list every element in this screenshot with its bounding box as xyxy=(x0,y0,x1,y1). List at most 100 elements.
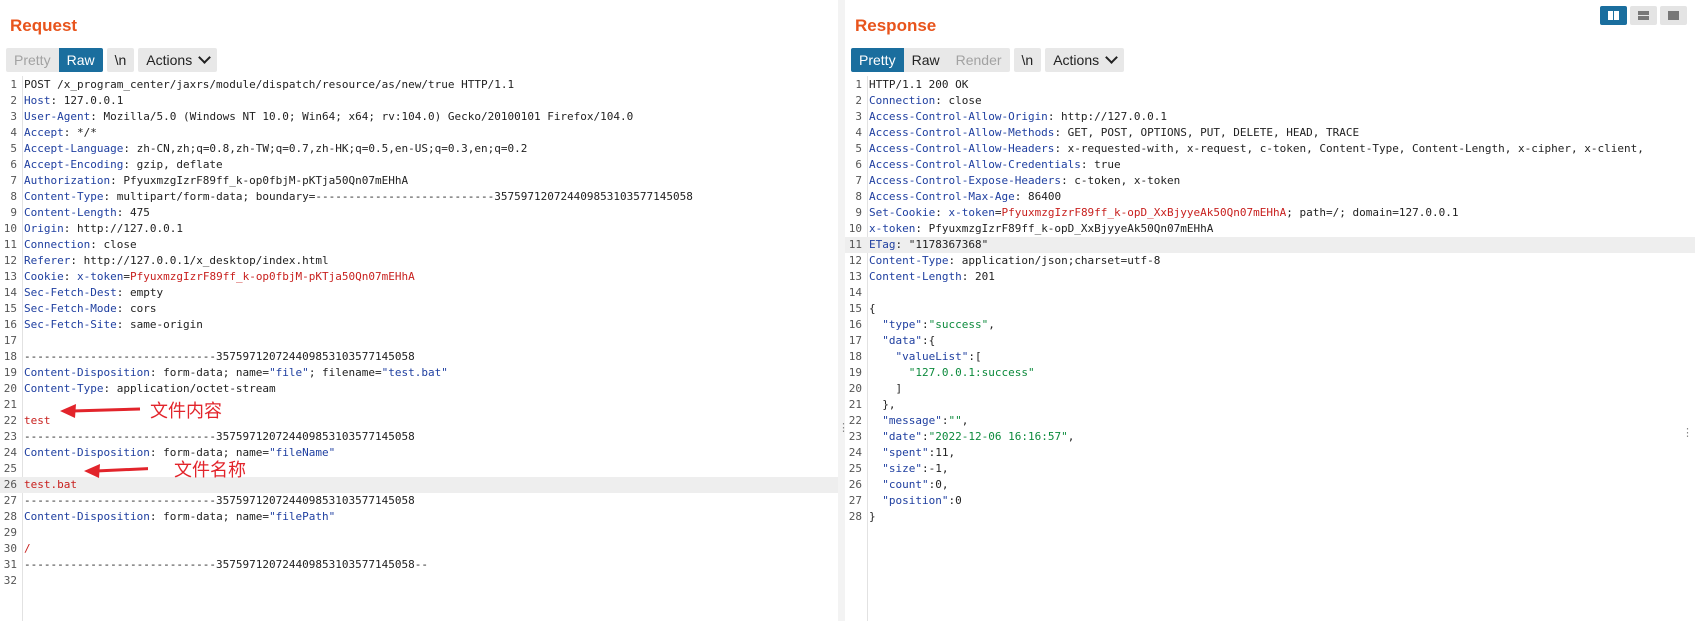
code-token: : Mozilla/5.0 (Windows NT 10.0; Win64; x… xyxy=(90,110,634,123)
code-line: 27 "position":0 xyxy=(845,493,1695,509)
code-line: 19 Content-Disposition: form-data; name="… xyxy=(0,365,838,381)
code-line: 19 "127.0.0.1:success" xyxy=(845,365,1695,381)
line-number: 17 xyxy=(3,334,17,347)
code-token: Connection xyxy=(869,94,936,107)
line-content: "valueList":[ xyxy=(869,349,982,365)
line-number: 13 xyxy=(848,270,862,283)
code-line: 20 ] xyxy=(845,381,1695,397)
code-line: 1 POST /x_program_center/jaxrs/module/dis… xyxy=(0,77,838,93)
line-content: x-token: PfyuxmzgIzrF89ff_k-opD_XxBjyyeA… xyxy=(869,221,1213,237)
line-number: 11 xyxy=(848,238,862,251)
response-raw-button[interactable]: Raw xyxy=(903,48,948,72)
response-lines: 1 HTTP/1.1 200 OK 2 Connection: close 3 Acces… xyxy=(845,77,1695,525)
code-token: : 86400 xyxy=(1014,190,1062,203)
split-horizontal-layout-button[interactable] xyxy=(1600,6,1627,25)
code-token: "position" xyxy=(882,494,949,507)
line-number: 8 xyxy=(10,190,17,203)
response-pane: Response Pretty Raw Render \n Actions 1H… xyxy=(845,0,1695,621)
chevron-down-icon xyxy=(198,51,212,64)
line-number: 21 xyxy=(848,398,862,411)
request-actions-label: Actions xyxy=(146,52,193,68)
line-content: }, xyxy=(869,397,896,413)
line-content: POST /x_program_center/jaxrs/module/disp… xyxy=(24,77,514,93)
code-token: : close xyxy=(935,94,982,107)
annotation-arrows xyxy=(60,404,148,478)
pane-splitter[interactable]: ⋮ xyxy=(838,0,849,621)
line-content: Access-Control-Allow-Methods: GET, POST,… xyxy=(869,125,1359,141)
response-newline-toggle[interactable]: \n xyxy=(1013,48,1042,72)
code-token: ; filename= xyxy=(308,366,382,379)
code-token: : xyxy=(935,206,949,219)
code-token: Authorization xyxy=(24,174,111,187)
line-number: 26 xyxy=(3,478,17,491)
code-line: 20 Content-Type: application/octet-stream xyxy=(0,381,838,397)
line-number: 27 xyxy=(3,494,17,507)
code-token: :11, xyxy=(928,446,956,459)
code-token: ; path=/; domain=127.0.0.1 xyxy=(1286,206,1459,219)
code-token: "file" xyxy=(269,366,309,379)
code-token: "data" xyxy=(882,334,922,347)
response-actions-dropdown[interactable]: Actions xyxy=(1045,48,1125,72)
line-number: 13 xyxy=(3,270,17,283)
line-content: Content-Disposition: form-data; name="fi… xyxy=(24,365,448,381)
code-line: 22 "message":"", xyxy=(845,413,1695,429)
line-content: Content-Type: application/json;charset=u… xyxy=(869,253,1160,269)
line-content: "type":"success", xyxy=(869,317,995,333)
scroll-handle-icon[interactable]: ⋮ xyxy=(1682,426,1693,439)
request-newline-toggle[interactable]: \n xyxy=(106,48,135,72)
response-toolbar: Pretty Raw Render \n Actions xyxy=(851,48,1125,72)
code-token: :-1, xyxy=(922,462,949,475)
line-content: Content-Type: multipart/form-data; bound… xyxy=(24,189,693,205)
code-token: : xyxy=(922,318,929,331)
line-content: Referer: http://127.0.0.1/x_desktop/inde… xyxy=(24,253,329,269)
code-token: User-Agent xyxy=(24,110,91,123)
request-pretty-button[interactable]: Pretty xyxy=(6,48,59,72)
code-line: 13 Cookie: x-token=PfyuxmzgIzrF89ff_k-op0… xyxy=(0,269,838,285)
response-editor[interactable]: 1 HTTP/1.1 200 OK 2 Connection: close 3 Acces… xyxy=(845,76,1695,621)
code-token: , xyxy=(961,414,969,427)
code-line: 17 "data":{ xyxy=(845,333,1695,349)
code-token: : empty xyxy=(116,286,164,299)
line-number: 18 xyxy=(848,350,862,363)
code-line: 28 Content-Disposition: form-data; name="… xyxy=(0,509,838,525)
line-content: Content-Type: application/octet-stream xyxy=(24,381,276,397)
response-render-button[interactable]: Render xyxy=(947,48,1010,72)
response-view-mode-group: Pretty Raw Render xyxy=(851,48,1010,72)
line-content: "count":0, xyxy=(869,477,948,493)
code-line: 4 Accept: */* xyxy=(0,125,838,141)
line-number: 7 xyxy=(10,174,17,187)
split-vertical-layout-button[interactable] xyxy=(1630,6,1657,25)
request-raw-button[interactable]: Raw xyxy=(58,48,103,72)
code-token: Access-Control-Allow-Credentials xyxy=(869,158,1081,171)
code-token: Content-Length xyxy=(24,206,117,219)
line-number: 7 xyxy=(855,174,862,187)
tabbed-layout-button[interactable] xyxy=(1660,6,1687,25)
code-token: HTTP/1.1 200 OK xyxy=(869,78,969,91)
code-token: x-token xyxy=(948,206,995,219)
line-number: 1 xyxy=(855,78,862,91)
code-token: : GET, POST, OPTIONS, PUT, DELETE, HEAD,… xyxy=(1054,126,1360,139)
line-content: -----------------------------35759712072… xyxy=(24,493,415,509)
line-content: "data":{ xyxy=(869,333,935,349)
code-line: 7 Access-Control-Expose-Headers: c-token,… xyxy=(845,173,1695,189)
code-token: Cookie xyxy=(24,270,64,283)
code-line: 6 Accept-Encoding: gzip, deflate xyxy=(0,157,838,173)
response-pretty-button[interactable]: Pretty xyxy=(851,48,904,72)
line-number: 3 xyxy=(10,110,17,123)
code-line: 27 -----------------------------357597120… xyxy=(0,493,838,509)
line-content: Access-Control-Max-Age: 86400 xyxy=(869,189,1061,205)
code-token: Access-Control-Allow-Methods xyxy=(869,126,1055,139)
code-line: 16 Sec-Fetch-Site: same-origin xyxy=(0,317,838,333)
line-number: 24 xyxy=(3,446,17,459)
request-actions-dropdown[interactable]: Actions xyxy=(138,48,218,72)
code-token: }, xyxy=(869,398,896,411)
line-content: Authorization: PfyuxmzgIzrF89ff_k-op0fbj… xyxy=(24,173,408,189)
request-view-mode-group: Pretty Raw xyxy=(6,48,103,72)
request-editor[interactable]: 1 POST /x_program_center/jaxrs/module/dis… xyxy=(0,76,838,621)
line-content: / xyxy=(24,541,31,557)
line-number: 20 xyxy=(848,382,862,395)
code-token: : application/octet-stream xyxy=(103,382,276,395)
code-token: { xyxy=(869,302,876,315)
